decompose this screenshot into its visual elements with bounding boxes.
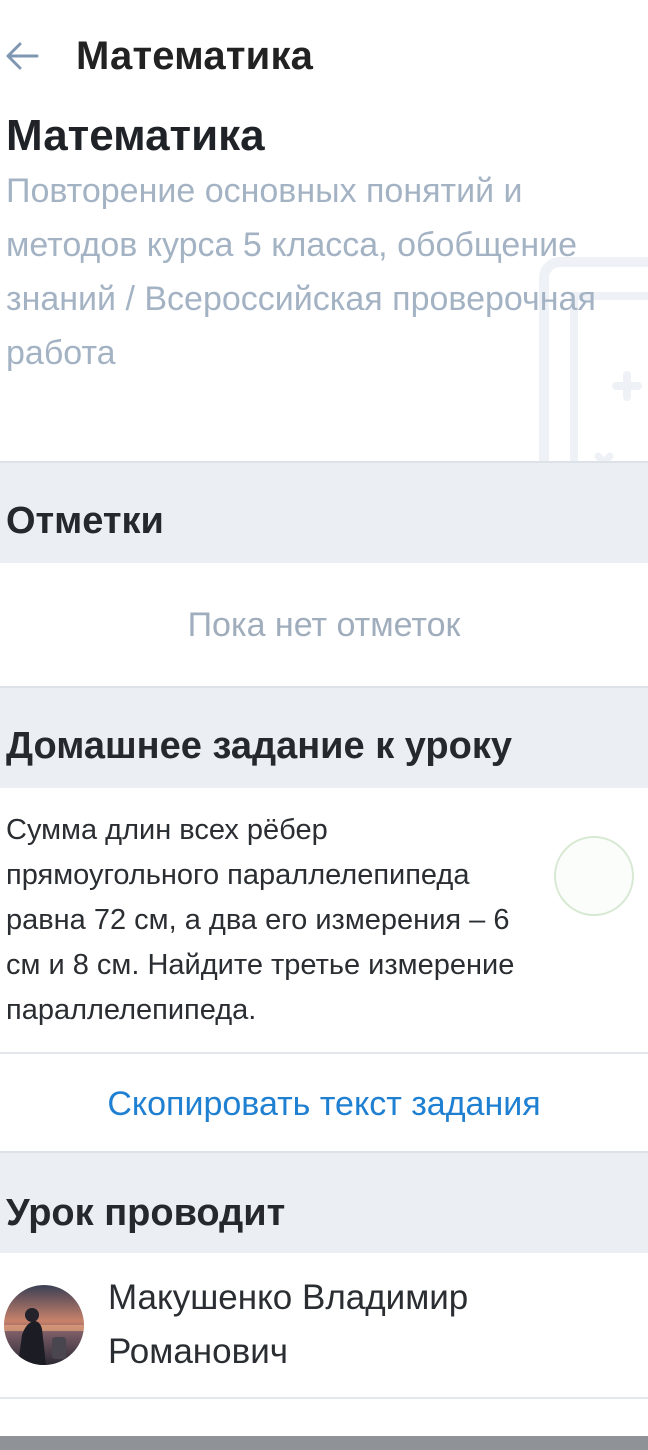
app-bar-title: Математика bbox=[76, 34, 314, 78]
marks-section-header: Отметки bbox=[0, 461, 648, 563]
bottom-navigation-bar bbox=[0, 1436, 648, 1450]
avatar bbox=[4, 1285, 84, 1365]
marks-empty-state: Пока нет отметок bbox=[0, 563, 648, 687]
homework-item: Сумма длин всех рёбер прямоугольного пар… bbox=[0, 788, 648, 1054]
homework-done-checkbox[interactable] bbox=[554, 836, 634, 916]
marks-empty-text: Пока нет отметок bbox=[187, 606, 461, 644]
app-bar: Математика bbox=[0, 0, 648, 110]
copy-task-label: Скопировать текст задания bbox=[107, 1085, 541, 1123]
lesson-topic: Повторение основных понятий и методов ку… bbox=[6, 172, 596, 372]
arrow-left-icon bbox=[6, 42, 39, 70]
lesson-title: Математика bbox=[6, 111, 265, 160]
teacher-heading: Урок проводит bbox=[6, 1192, 286, 1234]
marks-heading: Отметки bbox=[6, 500, 164, 542]
homework-heading: Домашнее задание к уроку bbox=[6, 725, 513, 767]
teacher-item[interactable]: Макушенко Владимир Романович bbox=[0, 1253, 648, 1399]
copy-task-button[interactable]: Скопировать текст задания bbox=[0, 1054, 648, 1152]
teacher-name: Макушенко Владимир Романович bbox=[108, 1278, 469, 1371]
back-button[interactable] bbox=[2, 34, 42, 78]
lesson-header: Математика Повторение основных понятий и… bbox=[0, 100, 648, 462]
homework-text: Сумма длин всех рёбер прямоугольного пар… bbox=[6, 814, 515, 1026]
teacher-section-header: Урок проводит bbox=[0, 1151, 648, 1253]
homework-section-header: Домашнее задание к уроку bbox=[0, 686, 648, 788]
